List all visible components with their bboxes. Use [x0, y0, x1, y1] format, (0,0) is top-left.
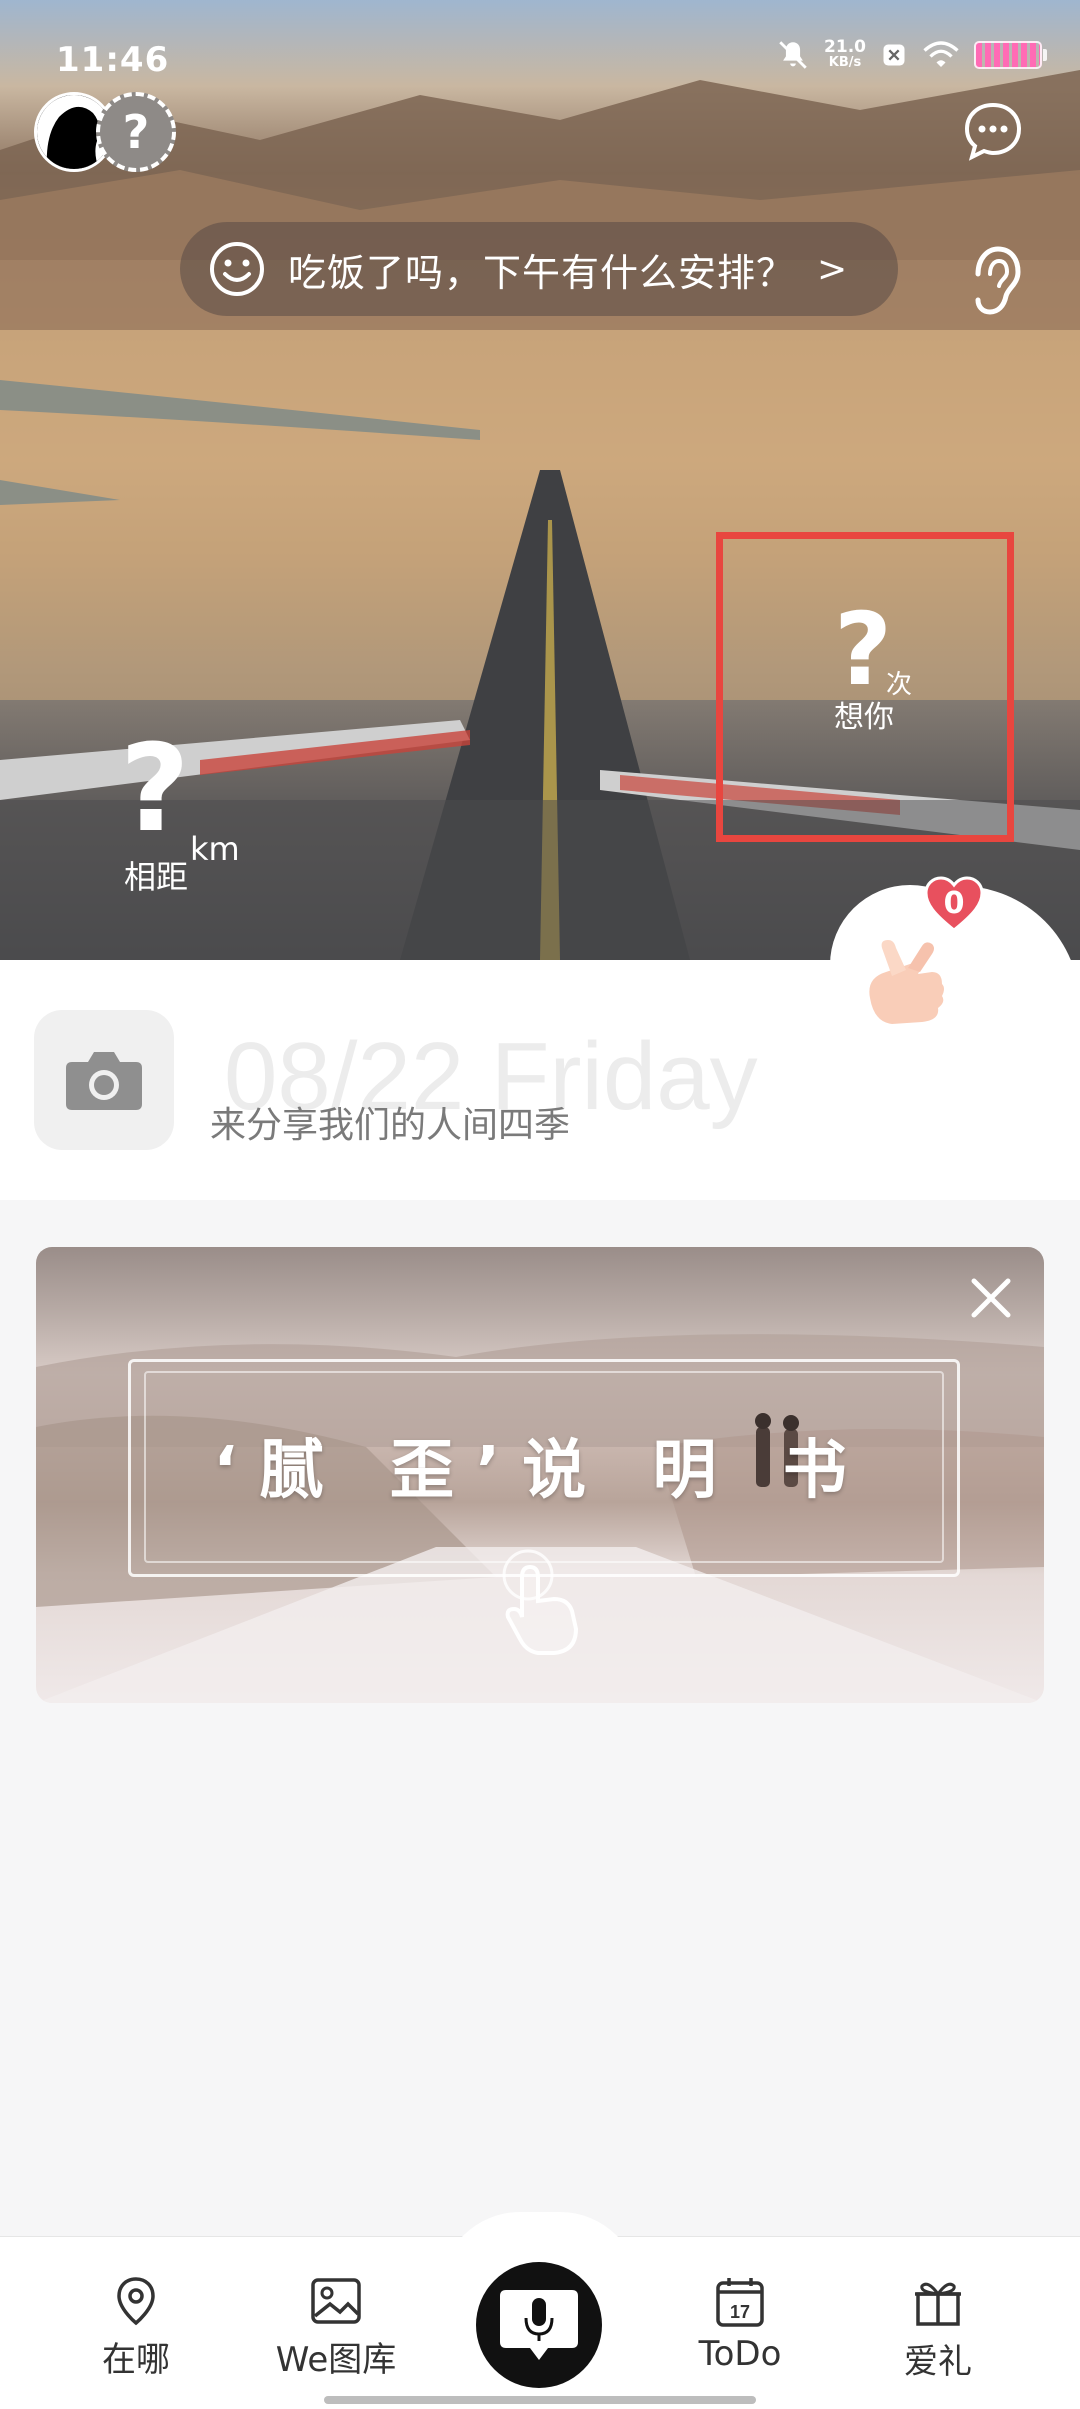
couple-avatars[interactable]: ? — [34, 92, 194, 176]
wifi-icon — [923, 41, 959, 67]
tap-hand-icon — [502, 1549, 579, 1655]
unknown-partner-mark: ? — [122, 105, 150, 159]
miss-count-value: ? — [834, 591, 893, 708]
nav-label-gift: 爱礼 — [904, 2342, 972, 2382]
nav-label-gallery: We图库 — [275, 2340, 397, 2380]
chat-bubble-icon[interactable] — [962, 100, 1024, 162]
banner-title: ‘腻 歪’说 明 书 — [213, 1434, 869, 1508]
camera-icon — [66, 1052, 142, 1110]
smiley-icon — [210, 242, 264, 296]
distance-label: 相距 — [124, 858, 189, 896]
greeting-arrow: > — [817, 248, 848, 290]
status-icons: 21.0 KB/s — [776, 38, 1047, 72]
greeting-bubble[interactable]: 吃饭了吗，下午有什么安排？ > — [180, 222, 898, 316]
nav-item-where[interactable]: 在哪 — [56, 2276, 216, 2381]
greeting-text: 吃饭了吗，下午有什么安排？ — [288, 250, 796, 295]
finger-heart-icon — [869, 940, 944, 1024]
distance-value: ? — [120, 720, 190, 859]
close-icon[interactable] — [966, 1273, 1016, 1323]
battery-icon — [974, 41, 1047, 69]
home-indicator[interactable] — [324, 2396, 756, 2404]
image-icon — [311, 2278, 361, 2324]
net-speed-unit: KB/s — [828, 55, 862, 70]
share-prompt[interactable]: 来分享我们的人间四季 — [210, 1096, 570, 1148]
microphone-icon — [500, 2290, 578, 2360]
net-speed-value: 21.0 — [824, 37, 866, 57]
mute-bell-icon — [779, 41, 807, 69]
guide-banner[interactable]: ‘腻 歪’说 明 书 — [36, 1247, 1044, 1703]
gift-icon — [915, 2282, 961, 2326]
distance-unit: km — [190, 830, 240, 868]
status-bar: 11:46 21.0 KB/s — [0, 30, 1080, 90]
heart-badge-count: 0 — [943, 886, 965, 921]
net-speed: 21.0 KB/s — [824, 39, 866, 71]
nav-voice-button[interactable] — [476, 2262, 602, 2388]
status-time: 11:46 — [56, 40, 170, 80]
location-pin-icon — [117, 2277, 155, 2326]
miss-you-counter[interactable]: ? 次 想你 — [834, 600, 954, 740]
partner-avatar[interactable]: ? — [96, 92, 176, 172]
calendar-icon: 17 — [716, 2278, 764, 2327]
nav-label-where: 在哪 — [102, 2340, 170, 2380]
nav-item-gift[interactable]: 爱礼 — [858, 2276, 1018, 2383]
nav-label-todo: ToDo — [698, 2334, 782, 2374]
nav-item-gallery[interactable]: We图库 — [256, 2276, 416, 2381]
calendar-day: 17 — [730, 2302, 750, 2322]
ear-icon[interactable] — [964, 244, 1026, 316]
sim-off-icon — [883, 44, 905, 66]
nav-item-todo[interactable]: 17 ToDo — [660, 2276, 820, 2374]
camera-button[interactable] — [34, 1010, 174, 1150]
miss-count-label: 想你 — [834, 700, 894, 735]
